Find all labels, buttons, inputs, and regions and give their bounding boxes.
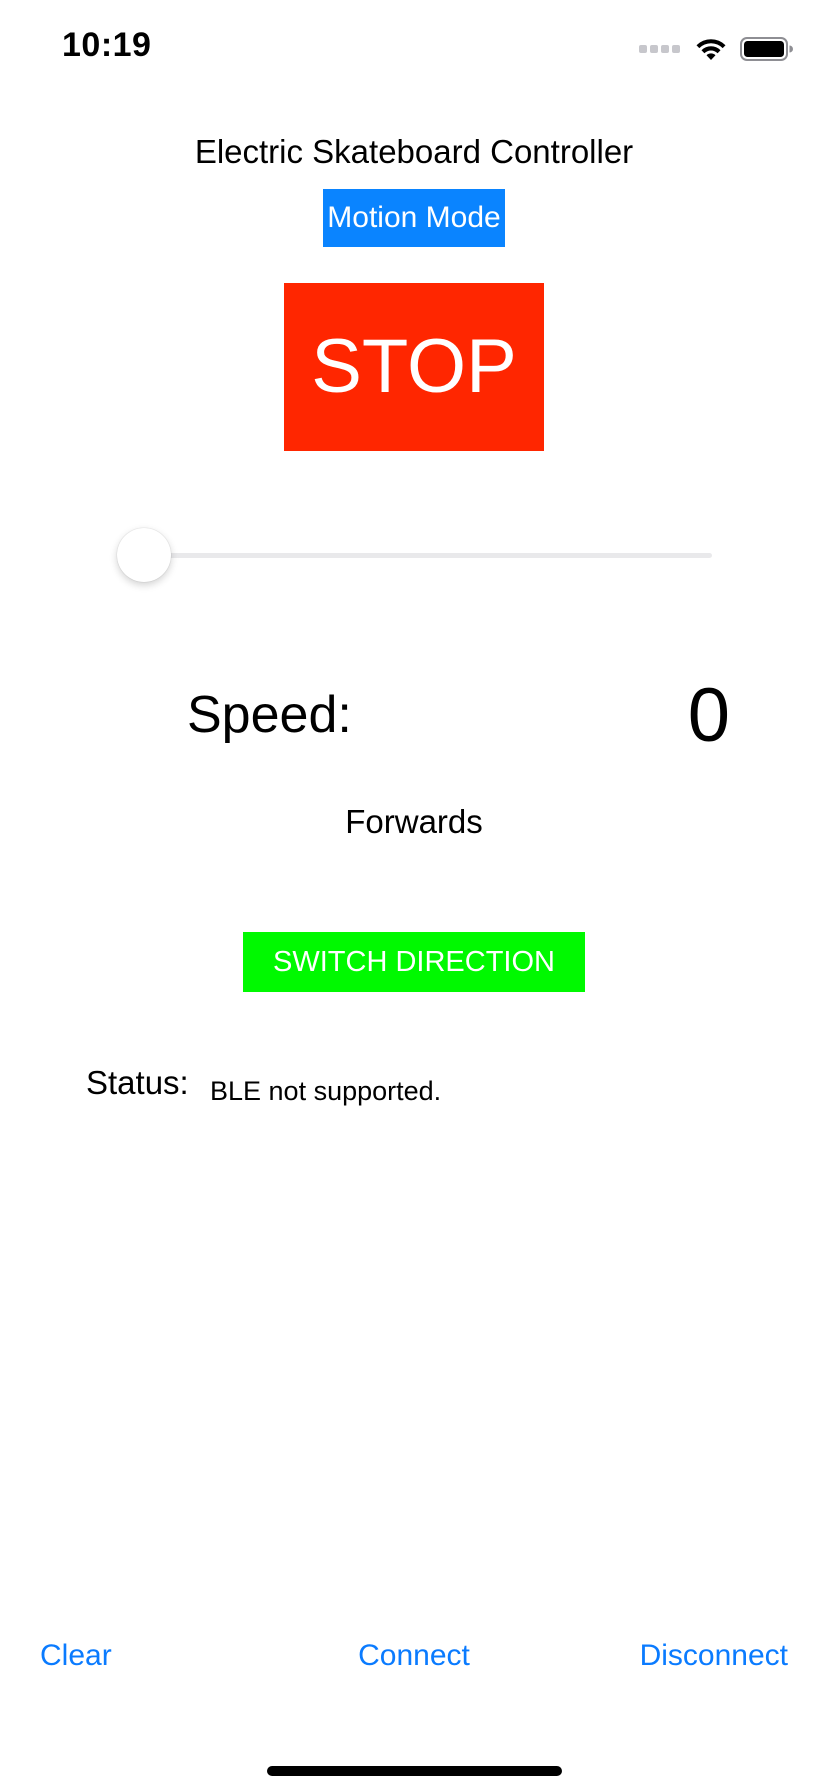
direction-text: Forwards [345,803,483,840]
wifi-icon [696,39,726,60]
signal-icon [639,45,680,53]
stop-button[interactable]: STOP [284,283,544,451]
battery-icon [740,37,793,61]
disconnect-button[interactable]: Disconnect [640,1636,788,1676]
status-time: 10:19 [62,26,152,64]
status-icons [639,34,794,64]
status-label: Status: [86,1064,189,1101]
home-indicator [267,1766,562,1776]
speed-label: Speed: [187,686,352,744]
app-title: Electric Skateboard Controller [194,133,634,170]
slider-thumb[interactable] [117,528,171,582]
switch-direction-button[interactable]: SWITCH DIRECTION [243,932,585,992]
speed-slider[interactable] [117,528,712,582]
slider-track [144,553,712,558]
speed-value: 0 [687,673,730,758]
status-value: BLE not supported. [210,1076,442,1106]
motion-mode-button[interactable]: Motion Mode [323,189,505,247]
